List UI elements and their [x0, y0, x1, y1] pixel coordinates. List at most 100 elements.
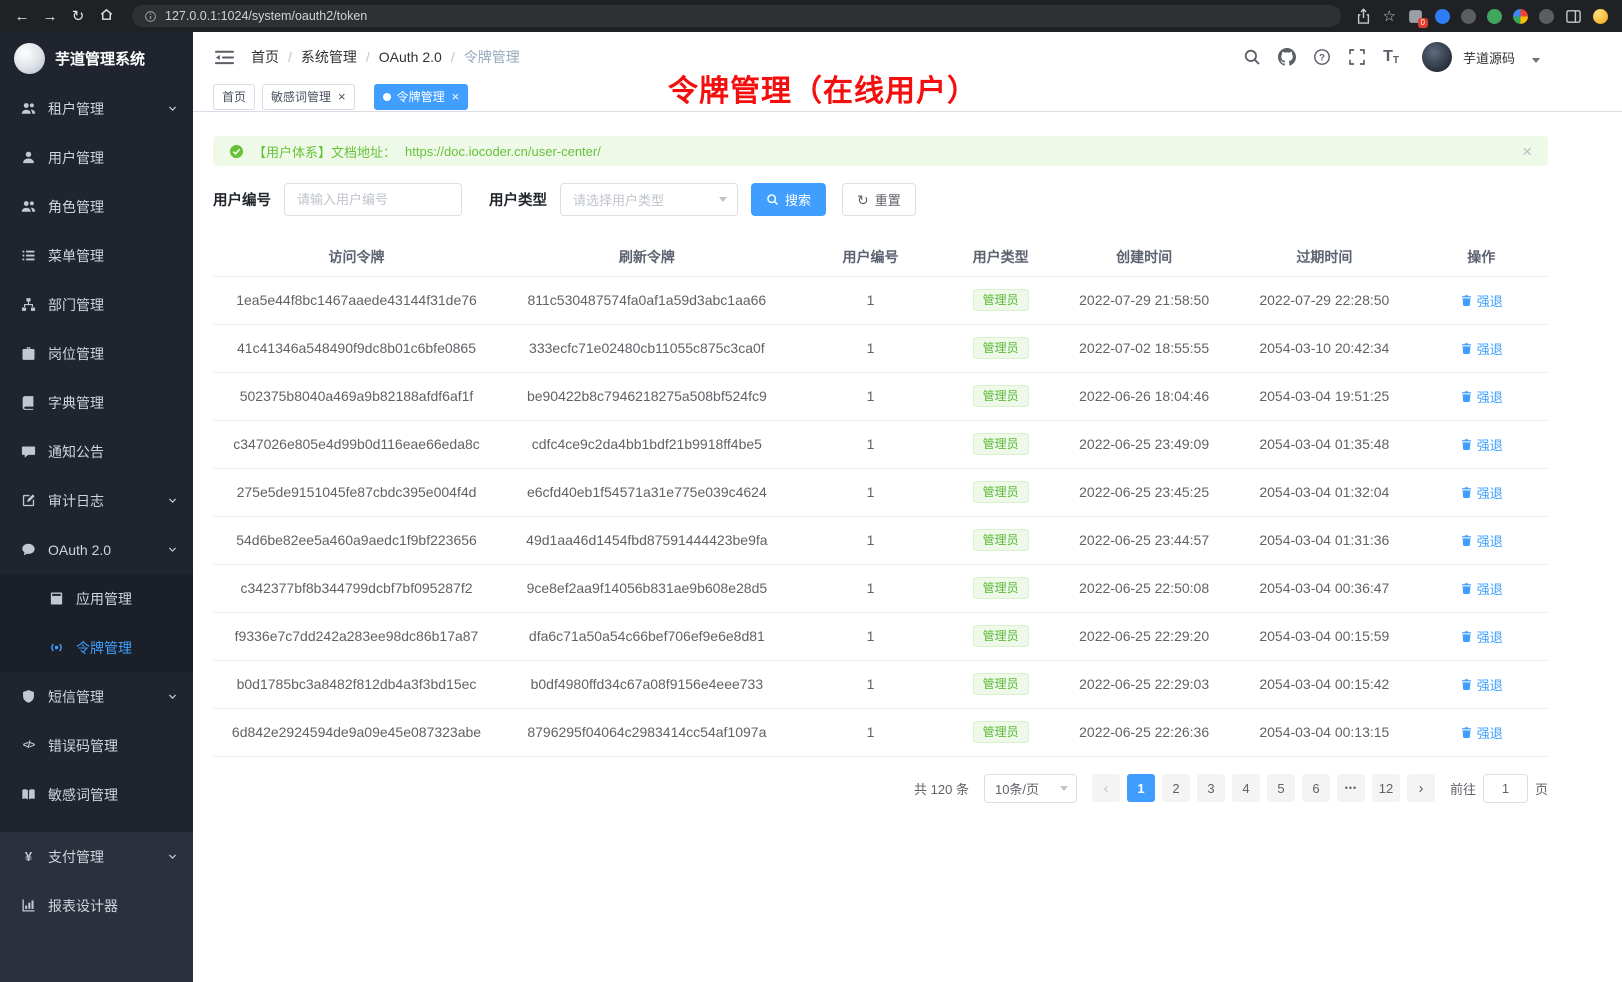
extension-blue-icon[interactable]: [1435, 9, 1450, 24]
force-logout-button[interactable]: 强退: [1460, 675, 1503, 694]
org-tree-icon: [21, 297, 36, 312]
split-view-icon[interactable]: [1565, 8, 1582, 25]
page-ellipsis[interactable]: •••: [1337, 774, 1365, 802]
page-size-select[interactable]: 10条/页: [984, 774, 1077, 803]
force-logout-button[interactable]: 强退: [1460, 435, 1503, 454]
force-logout-button[interactable]: 强退: [1460, 339, 1503, 358]
breadcrumb-item[interactable]: OAuth 2.0: [379, 49, 442, 65]
fullscreen-icon[interactable]: [1348, 48, 1366, 66]
sidebar-item-sms[interactable]: 短信管理: [0, 672, 193, 721]
sidebar-item-notice[interactable]: 通知公告: [0, 427, 193, 476]
force-logout-button[interactable]: 强退: [1460, 579, 1503, 598]
force-logout-button[interactable]: 强退: [1460, 723, 1503, 742]
extension-dark-icon-2[interactable]: [1539, 9, 1554, 24]
chevron-down-icon[interactable]: [1532, 58, 1540, 63]
extension-badged-icon[interactable]: 0: [1407, 8, 1424, 25]
user-type-badge: 管理员: [973, 577, 1029, 599]
sidebar-item-dept[interactable]: 部门管理: [0, 280, 193, 329]
trash-icon: [1460, 678, 1473, 691]
sidebar-item-report-designer[interactable]: 报表设计器: [0, 881, 193, 930]
refresh-icon[interactable]: ↻: [66, 7, 90, 25]
force-logout-button[interactable]: 强退: [1460, 387, 1503, 406]
refresh-token-cell: b0df4980ffd34c67a08f9156e4eee733: [500, 660, 794, 708]
sidebar-item-audit-log[interactable]: 审计日志: [0, 476, 193, 525]
search-icon[interactable]: [1243, 48, 1261, 66]
sidebar-toggle-icon[interactable]: [215, 49, 234, 66]
goto-unit: 页: [1535, 779, 1548, 798]
tab-close-icon[interactable]: ×: [452, 90, 460, 103]
breadcrumb-item[interactable]: 首页: [251, 47, 279, 67]
sidebar-item-oauth2[interactable]: OAuth 2.0: [0, 525, 193, 574]
page-button-6[interactable]: 6: [1302, 774, 1330, 802]
next-page-button[interactable]: ›: [1407, 774, 1435, 802]
breadcrumb-item[interactable]: 系统管理: [301, 47, 357, 67]
force-logout-button[interactable]: 强退: [1460, 291, 1503, 310]
edit-log-icon: [21, 493, 36, 508]
force-logout-button[interactable]: 强退: [1460, 627, 1503, 646]
sidebar-item-error-code[interactable]: </>错误码管理: [0, 721, 193, 770]
users-icon: [21, 199, 36, 214]
user-id-cell: 1: [794, 420, 948, 468]
refresh-token-cell: 811c530487574fa0af1a59d3abc1aa66: [500, 276, 794, 324]
username[interactable]: 芋道源码: [1463, 48, 1515, 67]
search-button[interactable]: 搜索: [751, 183, 826, 216]
bookmark-star-icon[interactable]: ☆: [1383, 7, 1396, 25]
help-icon[interactable]: ?: [1313, 48, 1331, 66]
font-size-icon[interactable]: TT: [1383, 48, 1399, 66]
force-logout-button[interactable]: 强退: [1460, 531, 1503, 550]
extensions-puzzle-icon[interactable]: [1513, 9, 1528, 24]
back-icon[interactable]: ←: [10, 8, 34, 25]
home-icon[interactable]: [94, 7, 118, 26]
goto-page-input[interactable]: [1483, 774, 1528, 803]
sidebar-item-post[interactable]: 岗位管理: [0, 329, 193, 378]
page-button-2[interactable]: 2: [1162, 774, 1190, 802]
refresh-token-cell: 9ce8ef2aa9f14056b831ae9b608e28d5: [500, 564, 794, 612]
force-logout-label: 强退: [1477, 579, 1503, 598]
chevron-down-icon: [167, 103, 178, 114]
sidebar-item-oauth2-token[interactable]: 令牌管理: [0, 623, 193, 672]
create-time-cell: 2022-06-25 23:45:25: [1054, 468, 1234, 516]
prev-page-button[interactable]: ‹: [1092, 774, 1120, 802]
access-token-cell: 1ea5e44f8bc1467aaede43144f31de76: [213, 276, 500, 324]
page-button-4[interactable]: 4: [1232, 774, 1260, 802]
app-logo[interactable]: 芋道管理系统: [0, 32, 193, 84]
share-icon[interactable]: [1355, 8, 1372, 25]
github-icon[interactable]: [1278, 48, 1296, 66]
tab-home[interactable]: 首页: [213, 84, 255, 110]
page-button-12[interactable]: 12: [1372, 774, 1400, 802]
extension-green-icon[interactable]: [1487, 9, 1502, 24]
profile-avatar-emoji[interactable]: [1593, 9, 1608, 24]
sidebar-item-menu[interactable]: 菜单管理: [0, 231, 193, 280]
sidebar-item-role[interactable]: 角色管理: [0, 182, 193, 231]
user-avatar[interactable]: [1422, 42, 1452, 72]
action-cell: 强退: [1414, 564, 1548, 612]
sidebar-item-label: 短信管理: [48, 687, 155, 707]
user-type-cell: 管理员: [947, 612, 1054, 660]
table-row: c347026e805e4d99b0d116eae66eda8ccdfc4ce9…: [213, 420, 1548, 468]
page-button-3[interactable]: 3: [1197, 774, 1225, 802]
page-button-5[interactable]: 5: [1267, 774, 1295, 802]
alert-close-icon[interactable]: ×: [1522, 143, 1532, 160]
breadcrumb-item: 令牌管理: [464, 47, 520, 67]
reset-button[interactable]: ↻ 重置: [842, 183, 916, 216]
table-row: 6d842e2924594de9a09e45e087323abe8796295f…: [213, 708, 1548, 756]
user-id-input[interactable]: [284, 183, 462, 216]
forward-icon[interactable]: →: [38, 8, 62, 25]
sidebar-item-sensitive-word[interactable]: 敏感词管理: [0, 770, 193, 819]
tab-token[interactable]: 令牌管理×: [374, 84, 469, 110]
site-info-icon[interactable]: [144, 10, 157, 23]
sidebar-item-dict[interactable]: 字典管理: [0, 378, 193, 427]
tab-sensitive-word[interactable]: 敏感词管理×: [262, 84, 355, 110]
address-bar[interactable]: 127.0.0.1:1024/system/oauth2/token: [132, 5, 1341, 27]
sidebar-item-oauth2-application[interactable]: 应用管理: [0, 574, 193, 623]
extension-dark-icon[interactable]: [1461, 9, 1476, 24]
sidebar-item-user[interactable]: 用户管理: [0, 133, 193, 182]
user-type-select[interactable]: 请选择用户类型: [560, 183, 738, 216]
table-row: 502375b8040a469a9b82188afdf6af1fbe90422b…: [213, 372, 1548, 420]
force-logout-button[interactable]: 强退: [1460, 483, 1503, 502]
tab-close-icon[interactable]: ×: [338, 90, 346, 103]
doc-link[interactable]: https://doc.iocoder.cn/user-center/: [405, 144, 601, 159]
sidebar-item-tenant[interactable]: 租户管理: [0, 84, 193, 133]
page-button-1[interactable]: 1: [1127, 774, 1155, 802]
sidebar-item-pay[interactable]: ¥支付管理: [0, 832, 193, 881]
